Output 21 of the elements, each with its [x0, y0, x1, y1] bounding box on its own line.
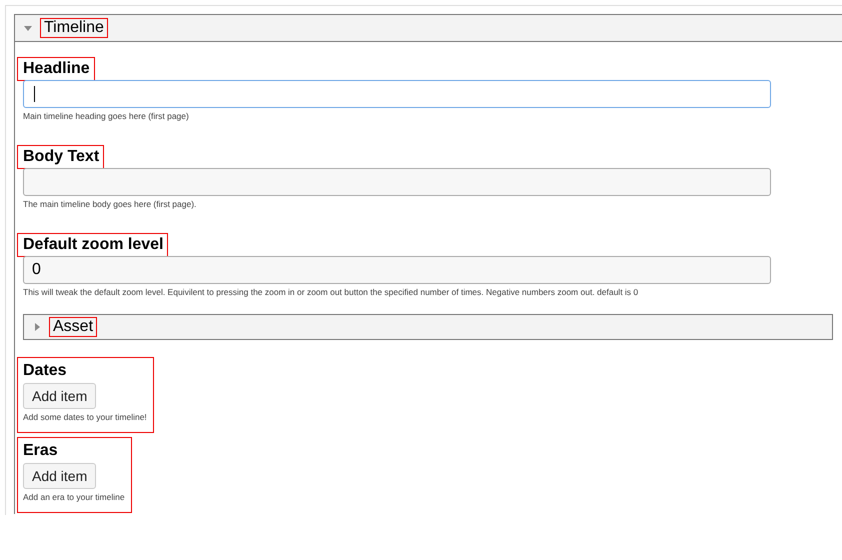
- help-text: Add an era to your timeline: [23, 492, 125, 502]
- input-field[interactable]: [23, 80, 771, 108]
- help-text: The main timeline body goes here (first page).: [23, 199, 196, 209]
- add-item-button[interactable]: Add item: [23, 383, 96, 409]
- asset-panel[interactable]: Asset: [23, 314, 833, 340]
- panel-title: Timeline: [41, 19, 107, 37]
- add-item-button[interactable]: Add item: [23, 463, 96, 489]
- panel-header[interactable]: Timeline: [14, 14, 842, 42]
- input-field[interactable]: 0: [23, 256, 771, 284]
- field-label: Eras: [23, 441, 59, 461]
- field-label: Body Text: [18, 146, 104, 168]
- help-text: Main timeline heading goes here (first page): [23, 111, 189, 121]
- caret-icon: [32, 322, 42, 332]
- caret-icon: [23, 23, 33, 33]
- field-label: Headline: [18, 58, 94, 80]
- panel-title: Asset: [50, 318, 96, 336]
- help-text: Add some dates to your timeline!: [23, 412, 147, 422]
- help-text: This will tweak the default zoom level. Equivilent to pressing the zoom in or zoom out button the specified number of times. Negative numbers zoom out. default is 0: [23, 287, 638, 297]
- field-label: Dates: [23, 361, 68, 381]
- field-label: Default zoom level: [18, 234, 168, 256]
- input-field[interactable]: [23, 168, 771, 196]
